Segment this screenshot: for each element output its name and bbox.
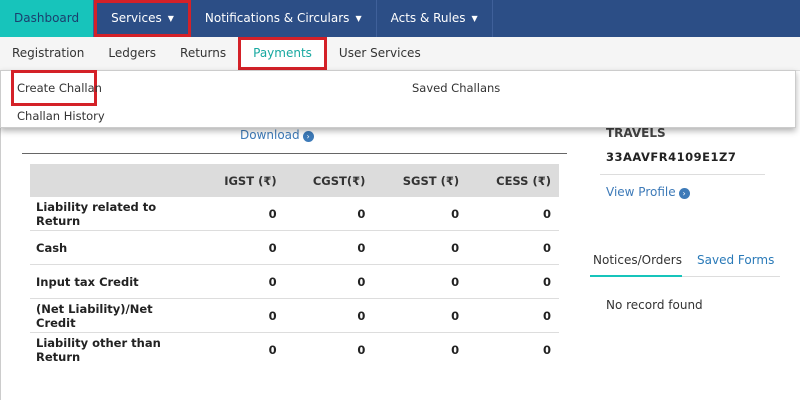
row-label: (Net Liability)/Net Credit (30, 298, 196, 333)
cell-sgst: 0 (451, 342, 460, 357)
caret-down-icon: ▼ (355, 14, 362, 23)
notices-tabs: Notices/Orders Saved Forms (590, 248, 780, 277)
row-label: Input tax Credit (30, 264, 196, 299)
taxpayer-name: TRAVELS (606, 126, 666, 140)
download-label: Download (240, 128, 300, 142)
nav-acts-rules[interactable]: Acts & Rules ▼ (377, 0, 493, 37)
tab-notices-orders[interactable]: Notices/Orders (593, 253, 682, 267)
cell-cess: 0 (542, 342, 551, 357)
cell-cgst: 0 (284, 264, 374, 299)
nav-dashboard[interactable]: Dashboard (0, 0, 95, 37)
caret-down-icon: ▼ (471, 14, 478, 23)
col-header-cess: CESS (₹) (467, 164, 559, 197)
cell-cess: 0 (467, 298, 559, 333)
row-label: Liability other than Return (36, 335, 161, 364)
download-link[interactable]: Download › (240, 128, 314, 142)
services-submenu: Registration Ledgers Returns Payments Us… (0, 37, 800, 71)
view-profile-link[interactable]: View Profile › (606, 185, 690, 199)
table-row: Liability related to Return 0 0 0 0 (30, 197, 559, 231)
table-row: Cash 0 0 0 0 (30, 230, 559, 265)
cell-cess: 0 (467, 230, 559, 265)
submenu-payments[interactable]: Payments (238, 37, 327, 70)
challan-history-link[interactable]: Challan History (17, 109, 105, 123)
cell-cgst: 0 (284, 197, 374, 231)
col-header-sgst: SGST (₹) (373, 164, 468, 197)
saved-challans-link[interactable]: Saved Challans (412, 81, 500, 95)
create-challan-link[interactable]: Create Challan (11, 70, 102, 106)
cell-sgst: 0 (373, 230, 468, 265)
cell-cess: 0 (467, 264, 559, 299)
nav-notifications[interactable]: Notifications & Circulars ▼ (191, 0, 377, 37)
cell-igst: 0 (196, 197, 285, 231)
nav-acts-rules-label: Acts & Rules (390, 11, 466, 25)
ledger-balance-table: IGST (₹) CGST(₹) SGST (₹) CESS (₹) Liabi… (30, 164, 559, 366)
payments-dropdown: Create Challan Saved Challans Challan Hi… (0, 70, 796, 128)
col-header-igst: IGST (₹) (196, 164, 285, 197)
view-profile-label: View Profile (606, 185, 676, 199)
nav-services[interactable]: Services ▼ (94, 0, 191, 37)
table-header-row: IGST (₹) CGST(₹) SGST (₹) CESS (₹) (30, 164, 559, 197)
cell-cess: 0 (467, 197, 559, 231)
cell-sgst: 0 (373, 298, 468, 333)
submenu-user-services[interactable]: User Services (327, 37, 433, 70)
main-navbar: Dashboard Services ▼ Notifications & Circ… (0, 0, 800, 37)
gstin-value: 33AAVFR4109E1Z7 (606, 150, 737, 164)
submenu-returns[interactable]: Returns (168, 37, 238, 70)
submenu-ledgers[interactable]: Ledgers (96, 37, 168, 70)
active-tab-indicator (590, 275, 682, 277)
table-row: (Net Liability)/Net Credit 0 0 0 0 (30, 298, 559, 333)
nav-dashboard-label: Dashboard (14, 11, 80, 25)
cell-igst: 0 (196, 264, 285, 299)
row-label: Cash (30, 230, 196, 265)
submenu-registration[interactable]: Registration (0, 37, 96, 70)
cell-igst: 0 (268, 342, 277, 357)
cell-sgst: 0 (373, 197, 468, 231)
col-header-cgst: CGST(₹) (284, 164, 374, 197)
circle-arrow-icon: › (302, 131, 314, 142)
table-row: Liability other than Return 0 0 0 0 (30, 333, 559, 367)
divider (22, 153, 567, 154)
cell-cgst: 0 (284, 298, 374, 333)
cell-igst: 0 (196, 298, 285, 333)
cell-cgst: 0 (284, 230, 374, 265)
nav-services-label: Services (111, 11, 162, 25)
cell-sgst: 0 (373, 264, 468, 299)
cell-igst: 0 (196, 230, 285, 265)
circle-arrow-icon: › (678, 188, 690, 199)
table-row: Input tax Credit 0 0 0 0 (30, 264, 559, 299)
col-header-label (30, 164, 196, 197)
row-label: Liability related to Return (30, 197, 196, 231)
nav-notifications-label: Notifications & Circulars (204, 11, 350, 25)
cell-cgst: 0 (357, 342, 366, 357)
tab-saved-forms[interactable]: Saved Forms (697, 253, 774, 267)
no-record-message: No record found (606, 298, 703, 312)
divider (600, 174, 765, 175)
caret-down-icon: ▼ (167, 14, 174, 23)
